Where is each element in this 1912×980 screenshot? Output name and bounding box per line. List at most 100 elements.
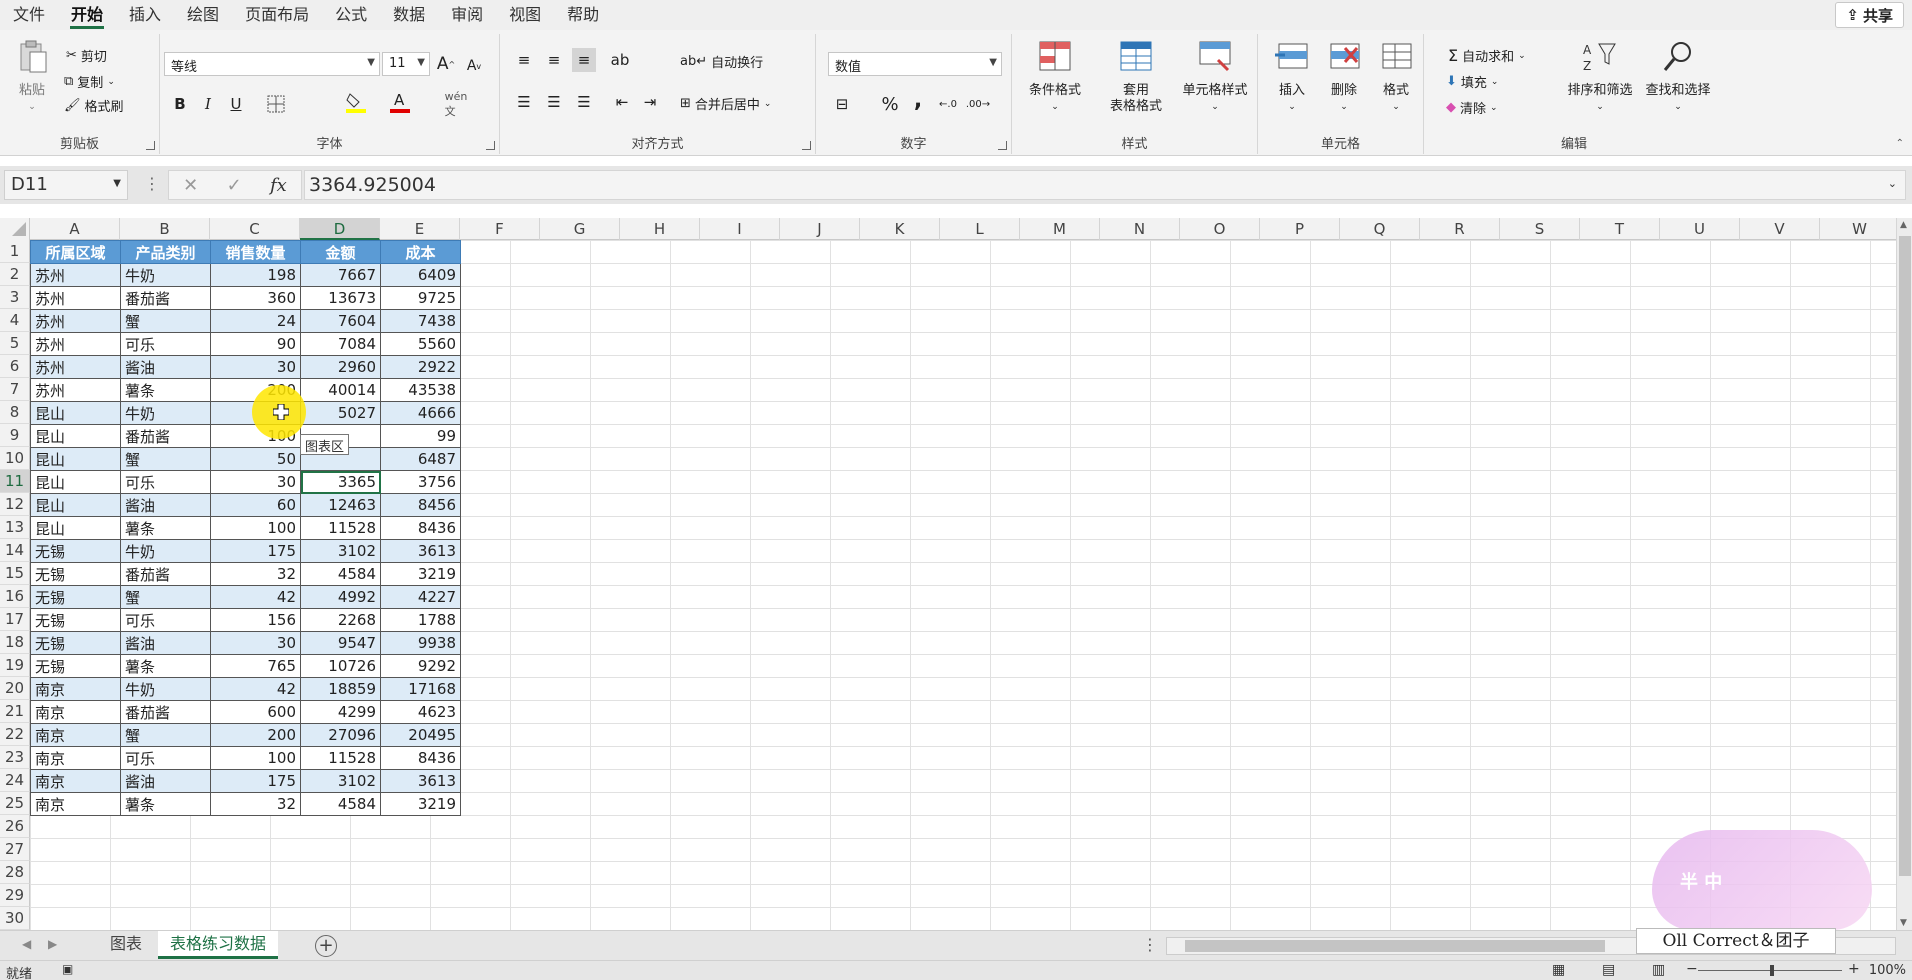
table-cell[interactable]: 7084	[300, 332, 381, 356]
expand-formula-icon[interactable]: ⌄	[1888, 177, 1897, 190]
table-header-cell[interactable]: 产品类别	[120, 240, 211, 264]
table-cell[interactable]: 6409	[380, 263, 461, 287]
sort-filter-button[interactable]: AZ 排序和筛选 ⌄	[1560, 40, 1640, 115]
table-cell[interactable]: 7667	[300, 263, 381, 287]
column-header-S[interactable]: S	[1500, 218, 1580, 240]
table-cell[interactable]: 2960	[300, 355, 381, 379]
table-cell[interactable]: 3219	[380, 792, 461, 816]
table-cell[interactable]: 2268	[300, 608, 381, 632]
table-cell[interactable]: 4992	[300, 585, 381, 609]
orientation-icon[interactable]: ab	[608, 48, 632, 72]
table-cell[interactable]: 13673	[300, 286, 381, 310]
table-cell[interactable]: 南京	[30, 769, 121, 793]
column-header-Q[interactable]: Q	[1340, 218, 1420, 240]
row-header-6[interactable]: 6	[0, 355, 30, 378]
table-cell[interactable]: 牛奶	[120, 263, 211, 287]
row-header-22[interactable]: 22	[0, 723, 30, 746]
sheet-tab-chart[interactable]: 图表	[98, 931, 154, 959]
table-cell[interactable]: 30	[210, 355, 301, 379]
underline-button[interactable]: U	[224, 92, 248, 116]
phonetic-button[interactable]: wén 文	[444, 90, 468, 118]
merge-center-button[interactable]: ⊞ 合并后居中 ⌄	[680, 94, 771, 113]
column-header-C[interactable]: C	[210, 218, 300, 240]
row-header-10[interactable]: 10	[0, 447, 30, 470]
align-middle-icon[interactable]: ≡	[542, 48, 566, 72]
table-cell[interactable]: 3613	[380, 769, 461, 793]
column-header-T[interactable]: T	[1580, 218, 1660, 240]
row-header-4[interactable]: 4	[0, 309, 30, 332]
increase-decimal-icon[interactable]: ←.0	[936, 92, 960, 116]
column-header-V[interactable]: V	[1740, 218, 1820, 240]
table-cell[interactable]: 薯条	[120, 792, 211, 816]
share-button[interactable]: ⇪ 共享	[1835, 2, 1904, 28]
table-cell[interactable]: 4623	[380, 700, 461, 724]
row-header-30[interactable]: 30	[0, 907, 30, 930]
row-header-2[interactable]: 2	[0, 263, 30, 286]
table-cell[interactable]: 番茄酱	[120, 562, 211, 586]
table-cell[interactable]: 番茄酱	[120, 700, 211, 724]
zoom-in-icon[interactable]: +	[1848, 961, 1860, 977]
autosum-button[interactable]: Σ 自动求和 ⌄	[1448, 46, 1526, 65]
shrink-font-button[interactable]: Av	[462, 54, 486, 78]
next-sheet-icon[interactable]: ▶	[48, 937, 57, 951]
menu-tab-9[interactable]: 帮助	[554, 0, 612, 30]
name-box[interactable]: D11 ▼	[4, 170, 128, 200]
macro-record-icon[interactable]: ▣	[62, 962, 73, 976]
column-header-L[interactable]: L	[940, 218, 1020, 240]
table-cell[interactable]: 南京	[30, 700, 121, 724]
row-header-21[interactable]: 21	[0, 700, 30, 723]
zoom-level[interactable]: 100%	[1869, 963, 1906, 978]
table-cell[interactable]: 5560	[380, 332, 461, 356]
table-cell[interactable]: 昆山	[30, 470, 121, 494]
formula-input[interactable]: 3364.925004 ⌄	[304, 170, 1906, 200]
table-cell[interactable]: 1788	[380, 608, 461, 632]
table-cell[interactable]: 27096	[300, 723, 381, 747]
scroll-up-icon[interactable]: ▲	[1900, 220, 1907, 230]
align-bottom-icon[interactable]: ≡	[572, 48, 596, 72]
column-header-E[interactable]: E	[380, 218, 460, 240]
table-cell[interactable]: 30	[210, 470, 301, 494]
select-all-corner[interactable]	[0, 218, 30, 240]
table-cell[interactable]: 32	[210, 562, 301, 586]
worksheet-grid[interactable]: ABCDEFGHIJKLMNOPQRSTUVW 1 2 3 4 5 6 7 8 9 10 11 12 1…	[0, 218, 1896, 930]
insert-function-button[interactable]: fx	[270, 175, 287, 196]
table-cell[interactable]: 156	[210, 608, 301, 632]
table-cell[interactable]: 175	[210, 769, 301, 793]
menu-tab-7[interactable]: 审阅	[438, 0, 496, 30]
table-cell[interactable]: 可乐	[120, 332, 211, 356]
row-header-9[interactable]: 9	[0, 424, 30, 447]
accounting-format-icon[interactable]: ⊟	[830, 92, 854, 116]
table-cell[interactable]: 4299	[300, 700, 381, 724]
normal-view-icon[interactable]: ▦	[1552, 962, 1565, 978]
table-cell[interactable]: 可乐	[120, 746, 211, 770]
page-layout-view-icon[interactable]: ▤	[1602, 962, 1615, 978]
table-cell[interactable]: 苏州	[30, 309, 121, 333]
table-cell[interactable]: 600	[210, 700, 301, 724]
table-cell[interactable]: 18859	[300, 677, 381, 701]
clipboard-launcher-icon[interactable]	[146, 141, 155, 150]
table-cell[interactable]: 9547	[300, 631, 381, 655]
row-header-29[interactable]: 29	[0, 884, 30, 907]
table-cell[interactable]: 4227	[380, 585, 461, 609]
conditional-format-button[interactable]: 条件格式 ⌄	[1020, 40, 1090, 115]
table-cell[interactable]: 43538	[380, 378, 461, 402]
menu-tab-0[interactable]: 文件	[0, 0, 58, 30]
menu-tab-6[interactable]: 数据	[380, 0, 438, 30]
table-cell[interactable]: 昆山	[30, 424, 121, 448]
table-cell[interactable]: 南京	[30, 746, 121, 770]
table-cell[interactable]: 可乐	[120, 470, 211, 494]
table-cell[interactable]: 薯条	[120, 654, 211, 678]
table-cell[interactable]: 薯条	[120, 516, 211, 540]
row-header-28[interactable]: 28	[0, 861, 30, 884]
table-cell[interactable]: 8436	[380, 746, 461, 770]
table-cell[interactable]: 南京	[30, 723, 121, 747]
table-cell[interactable]: 蟹	[120, 447, 211, 471]
font-launcher-icon[interactable]	[486, 141, 495, 150]
alignment-launcher-icon[interactable]	[802, 141, 811, 150]
bold-button[interactable]: B	[168, 92, 192, 116]
table-cell[interactable]: 苏州	[30, 263, 121, 287]
paste-button[interactable]: 粘贴 ⌄	[10, 40, 54, 115]
table-cell[interactable]: 7604	[300, 309, 381, 333]
table-cell[interactable]: 蟹	[120, 309, 211, 333]
row-header-16[interactable]: 16	[0, 585, 30, 608]
